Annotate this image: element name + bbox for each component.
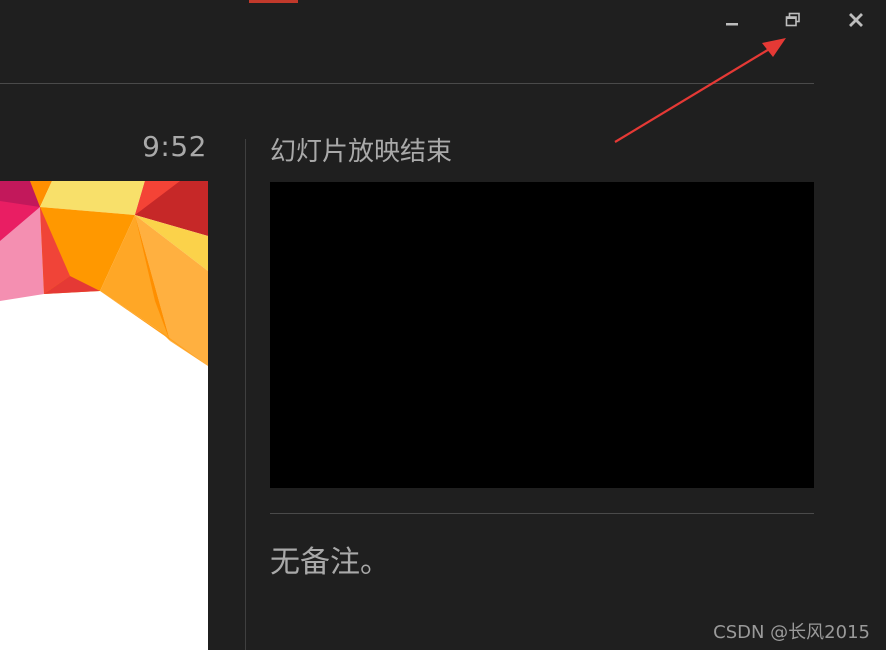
watermark-text: CSDN @长风2015 [713, 622, 870, 643]
close-icon [849, 13, 863, 27]
next-slide-title: 幻灯片放映结束 [270, 137, 453, 167]
minimize-icon [725, 13, 739, 27]
current-slide-preview[interactable] [0, 181, 208, 650]
notes-divider [270, 513, 814, 514]
presenter-view: 9:52 幻灯片放映结束 无备注。 CSDN @长风2015 [0, 0, 886, 650]
elapsed-timer[interactable]: 9:52 [120, 130, 207, 163]
next-slide-preview[interactable] [270, 182, 814, 488]
speaker-notes[interactable]: 无备注。 [270, 537, 390, 581]
restore-button[interactable] [779, 8, 807, 32]
minimize-button[interactable] [718, 8, 746, 32]
tab-accent-bar [249, 0, 298, 3]
pane-divider [245, 139, 246, 650]
header-divider [0, 83, 814, 84]
close-button[interactable] [842, 8, 870, 32]
restore-icon [785, 12, 801, 28]
